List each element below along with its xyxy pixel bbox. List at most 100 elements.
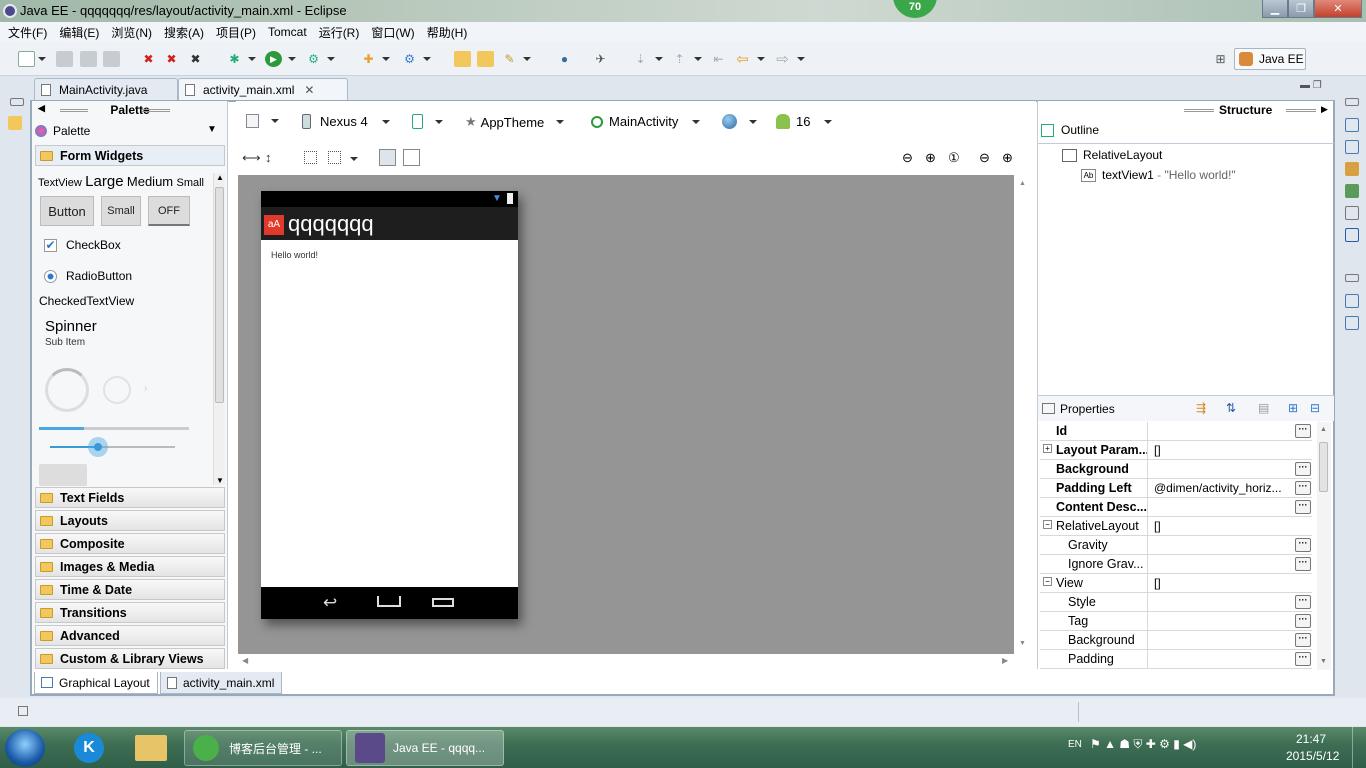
widget-button[interactable]: Button: [40, 196, 94, 226]
widget-toggle-button[interactable]: OFF: [148, 196, 190, 226]
collapse-all-icon[interactable]: ⊟: [1310, 401, 1320, 415]
property-value[interactable]: []: [1154, 574, 1292, 593]
property-row-id[interactable]: Id ···: [1040, 422, 1312, 441]
theme-chooser[interactable]: ★ AppTheme: [465, 114, 565, 130]
maximize-button[interactable]: ❐: [1288, 0, 1314, 18]
device-chooser[interactable]: Nexus 4: [302, 114, 390, 129]
web-browser-icon[interactable]: ●: [556, 51, 573, 67]
tab-xml-source[interactable]: activity_main.xml: [160, 672, 282, 694]
new-icon[interactable]: [18, 51, 35, 67]
property-value[interactable]: [1154, 650, 1292, 669]
menu-tomcat[interactable]: Tomcat: [264, 25, 311, 39]
toggle-fill-height-icon[interactable]: ↕: [265, 150, 272, 165]
property-row-relativelayout[interactable]: − RelativeLayout[]: [1040, 517, 1312, 536]
widget-checkedtextview[interactable]: CheckedTextView: [39, 294, 134, 308]
tab-mainactivity-java[interactable]: MainActivity.java: [34, 78, 178, 100]
next-annotation-icon[interactable]: ⇣: [632, 51, 649, 67]
more-icon[interactable]: ···: [1295, 424, 1311, 438]
property-row-padding[interactable]: Padding ···: [1040, 650, 1312, 669]
task-java-ee[interactable]: Java EE - qqqq...: [346, 730, 504, 766]
close-tab-icon[interactable]: ✕: [304, 83, 314, 97]
more-icon[interactable]: ···: [1295, 557, 1311, 571]
drawer-form-widgets[interactable]: Form Widgets: [35, 145, 225, 166]
debug-icon[interactable]: ✱: [226, 51, 243, 67]
property-value[interactable]: [1154, 460, 1292, 479]
property-value[interactable]: [1154, 536, 1292, 555]
more-icon[interactable]: ···: [1295, 614, 1311, 628]
show-desktop-button[interactable]: [1352, 727, 1366, 768]
console-icon[interactable]: [1345, 228, 1359, 242]
canvas-horizontal-scrollbar[interactable]: ◀ ▶: [238, 655, 1015, 669]
last-edit-icon[interactable]: ⇤: [710, 51, 727, 67]
palette-scrollbar[interactable]: ▲ ▼: [213, 173, 225, 485]
servers-icon[interactable]: [1345, 162, 1359, 176]
forward-icon[interactable]: ⇨: [774, 51, 791, 68]
more-icon[interactable]: ···: [1295, 462, 1311, 476]
drawer-text-fields[interactable]: Text Fields: [35, 487, 225, 508]
canvas-vertical-scrollbar[interactable]: ▲ ▼: [1015, 176, 1031, 654]
locale-chooser[interactable]: [722, 114, 757, 129]
fast-view-icon[interactable]: [18, 706, 28, 716]
minimize-editor-icon[interactable]: ▬ ❐: [1300, 80, 1322, 91]
widget-textview[interactable]: TextView: [38, 177, 82, 189]
restore-icon[interactable]: [10, 98, 24, 106]
drawer-transitions[interactable]: Transitions: [35, 602, 225, 623]
lint-icon[interactable]: ✖: [187, 51, 204, 67]
prev-annotation-icon[interactable]: ⇡: [671, 51, 688, 67]
external-tools-icon[interactable]: ⚙: [305, 51, 322, 67]
ddms-icon[interactable]: ✈: [592, 51, 609, 67]
start-button[interactable]: [5, 729, 45, 767]
widget-checkbox[interactable]: ✔ CheckBox: [44, 238, 121, 252]
property-row-layout-params[interactable]: + Layout Param...[]: [1040, 441, 1312, 460]
outline-view-icon[interactable]: [1345, 294, 1359, 308]
layout-bounds-icon[interactable]: [403, 149, 420, 166]
property-row-gravity[interactable]: Gravity ···: [1040, 536, 1312, 555]
drawer-custom-library[interactable]: Custom & Library Views: [35, 648, 225, 669]
widget-spinner[interactable]: Spinner: [45, 318, 97, 335]
toggle-fill-width-icon[interactable]: ⟷: [242, 150, 261, 166]
task-list-icon[interactable]: [1345, 316, 1359, 330]
clock-time[interactable]: 21:47: [1296, 732, 1326, 746]
scroll-up-icon[interactable]: ▲: [216, 173, 224, 182]
scroll-down-icon[interactable]: ▼: [1019, 640, 1026, 647]
avd-manager-icon[interactable]: ✖: [163, 51, 180, 67]
notification-badge[interactable]: 70: [893, 0, 937, 18]
drawer-images-media[interactable]: Images & Media: [35, 556, 225, 577]
property-value[interactable]: @dimen/activity_horiz...: [1154, 479, 1292, 498]
widget-radiobutton[interactable]: RadioButton: [44, 269, 132, 283]
hello-textview[interactable]: Hello world!: [271, 250, 318, 260]
scroll-left-icon[interactable]: ◀: [242, 656, 248, 665]
project-explorer-icon[interactable]: [8, 116, 22, 130]
restore-icon[interactable]: [1345, 98, 1359, 106]
property-value[interactable]: []: [1154, 441, 1292, 460]
tree-node-textview1[interactable]: Ab textView1 - "Hello world!": [1081, 168, 1236, 182]
progress-small-icon[interactable]: ›: [144, 383, 147, 394]
collapse-left-icon[interactable]: ◀: [38, 103, 45, 114]
drawer-time-date[interactable]: Time & Date: [35, 579, 225, 600]
menu-navigate[interactable]: 浏览(N): [107, 24, 156, 41]
search-icon[interactable]: ✎: [501, 51, 518, 67]
property-value[interactable]: [1154, 631, 1292, 650]
property-value[interactable]: []: [1154, 517, 1292, 536]
drawer-composite[interactable]: Composite: [35, 533, 225, 554]
markers-icon[interactable]: [1345, 118, 1359, 132]
zoom-plus-icon[interactable]: ⊕: [1002, 150, 1013, 166]
widget-small-button[interactable]: Small: [101, 196, 141, 226]
property-value[interactable]: [1154, 498, 1292, 517]
expand-all-icon[interactable]: ⊞: [1288, 401, 1298, 415]
scroll-up-icon[interactable]: ▲: [1320, 426, 1327, 433]
drawer-layouts[interactable]: Layouts: [35, 510, 225, 531]
property-row-background[interactable]: Background ···: [1040, 460, 1312, 479]
api-level-chooser[interactable]: 16: [776, 114, 833, 129]
outline-view-tab[interactable]: Outline: [1041, 123, 1099, 137]
explorer-icon[interactable]: [135, 735, 167, 761]
margins-icon[interactable]: [304, 151, 317, 164]
orientation-chooser[interactable]: [412, 114, 443, 129]
menu-help[interactable]: 帮助(H): [423, 24, 472, 41]
progress-normal-icon[interactable]: [103, 376, 131, 404]
tray-icons[interactable]: ⚑ ▲ ☗ ⛨ ✚ ⚙ ▮ ◀): [1090, 737, 1196, 752]
new-server-icon[interactable]: ✚: [360, 51, 377, 67]
print-icon[interactable]: [103, 51, 120, 67]
scroll-up-icon[interactable]: ▲: [1019, 180, 1026, 187]
menu-project[interactable]: 项目(P): [212, 24, 260, 41]
